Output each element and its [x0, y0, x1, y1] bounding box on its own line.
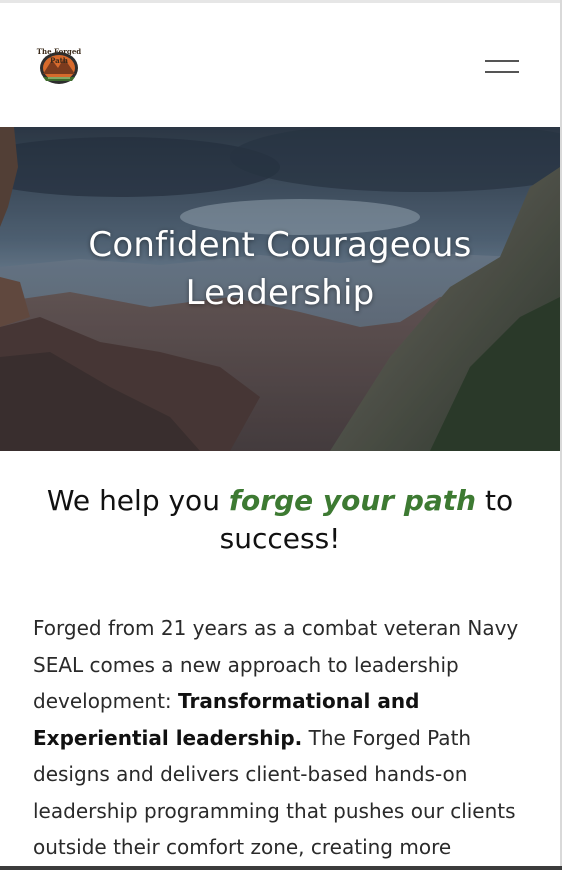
hamburger-icon-line	[485, 71, 519, 73]
tagline-heading: We help you forge your path to success!	[30, 482, 530, 558]
tagline-text-start: We help you	[46, 484, 229, 517]
hero-title-line1: Confident Courageous	[88, 225, 472, 265]
site-header: The Forged Path	[0, 3, 560, 127]
intro-paragraph: Forged from 21 years as a combat veteran…	[33, 610, 533, 866]
hero-title: Confident Courageous Leadership	[0, 221, 560, 317]
logo-text: The Forged Path	[36, 47, 82, 65]
hero-banner: Confident Courageous Leadership	[0, 127, 560, 451]
menu-button[interactable]	[482, 58, 522, 78]
hamburger-icon	[485, 60, 519, 62]
hero-title-line2: Leadership	[185, 273, 375, 313]
tagline-emphasis: forge your path	[228, 484, 477, 517]
bottom-bar	[0, 866, 562, 870]
